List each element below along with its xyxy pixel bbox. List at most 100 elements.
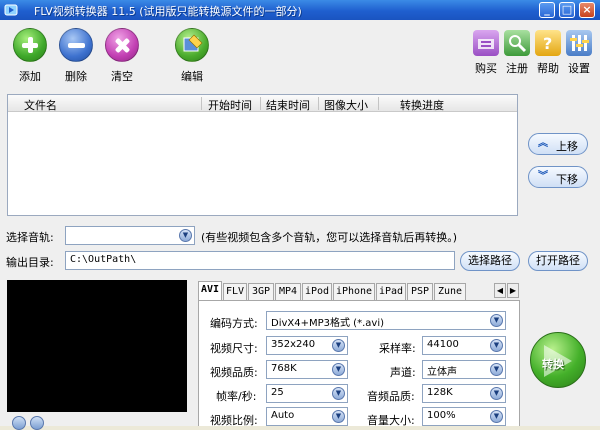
move-down-button[interactable]: ︾ 下移 <box>528 166 588 188</box>
close-button[interactable]: × <box>579 2 595 18</box>
double-chevron-up-icon: ︽ <box>538 138 548 149</box>
open-path-button[interactable]: 打开路径 <box>528 251 588 271</box>
register-label: 注册 <box>506 62 528 75</box>
help-label: 帮助 <box>537 62 559 75</box>
settings-button[interactable]: 设置 <box>564 30 594 76</box>
chevron-down-icon[interactable]: ▼ <box>332 387 345 400</box>
chevron-down-icon[interactable]: ▼ <box>490 387 503 400</box>
app-icon <box>4 4 18 16</box>
video-size-value: 352x240 <box>271 339 316 350</box>
column-header-start-time[interactable]: 开始时间 <box>208 97 252 113</box>
column-header-filename[interactable]: 文件名 <box>24 97 57 113</box>
choose-path-button[interactable]: 选择路径 <box>460 251 520 271</box>
tab-3gp[interactable]: 3GP <box>248 283 274 300</box>
chevron-down-icon[interactable]: ▼ <box>490 363 503 376</box>
maximize-button[interactable]: □ <box>559 2 575 18</box>
column-header-end-time[interactable]: 结束时间 <box>266 97 310 113</box>
fps-label: 帧率/秒: <box>216 390 257 403</box>
minus-icon <box>59 28 93 62</box>
aspect-ratio-value: Auto <box>271 410 295 421</box>
audio-track-hint: (有些视频包含多个音轨，您可以选择音轨后再转换。) <box>201 231 458 244</box>
column-divider <box>260 97 261 110</box>
video-quality-value: 768K <box>271 363 297 374</box>
buy-button[interactable]: 购买 <box>471 30 501 76</box>
app-window: FLV视频转换器 11.5 (试用版只能转换源文件的一部分) _ □ × 添加 … <box>0 0 600 430</box>
encoding-value: DivX4+MP3格式 (*.avi) <box>271 318 384 329</box>
column-header-progress[interactable]: 转换进度 <box>400 97 444 113</box>
cart-icon <box>473 30 499 56</box>
audio-track-label: 选择音轨: <box>6 231 54 244</box>
chevron-down-icon[interactable]: ▼ <box>332 410 345 423</box>
chevron-down-icon[interactable]: ▼ <box>179 229 192 242</box>
window-title: FLV视频转换器 11.5 (试用版只能转换源文件的一部分) <box>34 5 302 18</box>
tab-avi[interactable]: AVI <box>198 281 222 301</box>
tab-flv[interactable]: FLV <box>223 283 247 300</box>
chevron-down-icon[interactable]: ▼ <box>490 410 503 423</box>
video-size-select[interactable]: 352x240 ▼ <box>266 336 348 355</box>
sample-rate-label: 采样率: <box>379 342 416 355</box>
add-button[interactable]: 添加 <box>8 28 52 84</box>
chevron-down-icon[interactable]: ▼ <box>490 314 503 327</box>
settings-label: 设置 <box>568 62 590 75</box>
column-divider <box>318 97 319 110</box>
stop-icon[interactable] <box>30 416 44 430</box>
register-button[interactable]: 注册 <box>502 30 532 76</box>
minimize-button[interactable]: _ <box>539 2 555 18</box>
volume-value: 100% <box>427 410 456 421</box>
tab-ipod[interactable]: iPod <box>302 283 332 300</box>
sample-rate-select[interactable]: 44100 ▼ <box>422 336 506 355</box>
column-header-image-size[interactable]: 图像大小 <box>324 97 368 113</box>
tab-psp[interactable]: PSP <box>407 283 433 300</box>
video-quality-label: 视频品质: <box>210 366 258 379</box>
delete-button[interactable]: 删除 <box>54 28 98 84</box>
chevron-down-icon[interactable]: ▼ <box>332 339 345 352</box>
aspect-ratio-select[interactable]: Auto ▼ <box>266 407 348 426</box>
edit-icon <box>175 28 209 62</box>
audio-quality-select[interactable]: 128K ▼ <box>422 384 506 403</box>
edit-label: 编辑 <box>181 70 203 83</box>
fps-value: 25 <box>271 387 284 398</box>
sample-rate-value: 44100 <box>427 339 459 350</box>
tab-iphone[interactable]: iPhone <box>333 283 375 300</box>
tab-scroll-right-icon[interactable]: ▶ <box>507 283 519 298</box>
channel-select[interactable]: 立体声 ▼ <box>422 360 506 379</box>
convert-button[interactable]: 转换 <box>530 332 586 388</box>
clear-button[interactable]: 清空 <box>100 28 144 84</box>
audio-quality-value: 128K <box>427 387 453 398</box>
output-dir-label: 输出目录: <box>6 256 54 269</box>
tab-scroll-left-icon[interactable]: ◀ <box>494 283 506 298</box>
volume-select[interactable]: 100% ▼ <box>422 407 506 426</box>
settings-icon <box>566 30 592 56</box>
tab-mp4[interactable]: MP4 <box>275 283 301 300</box>
video-quality-select[interactable]: 768K ▼ <box>266 360 348 379</box>
video-preview <box>7 280 187 412</box>
double-chevron-down-icon: ︾ <box>538 171 548 182</box>
add-icon <box>13 28 47 62</box>
title-bar[interactable]: FLV视频转换器 11.5 (试用版只能转换源文件的一部分) _ □ × <box>0 0 600 20</box>
move-down-label: 下移 <box>556 173 578 186</box>
move-up-button[interactable]: ︽ 上移 <box>528 133 588 155</box>
search-icon <box>504 30 530 56</box>
encoding-select[interactable]: DivX4+MP3格式 (*.avi) ▼ <box>266 311 506 330</box>
channel-label: 声道: <box>390 366 416 379</box>
svg-text:?: ? <box>543 34 552 53</box>
chevron-down-icon[interactable]: ▼ <box>490 339 503 352</box>
output-path-field[interactable]: C:\OutPath\ <box>65 251 455 270</box>
tab-zune[interactable]: Zune <box>434 283 466 300</box>
edit-button[interactable]: 编辑 <box>170 28 214 84</box>
fps-select[interactable]: 25 ▼ <box>266 384 348 403</box>
video-size-label: 视频尺寸: <box>210 342 258 355</box>
encoding-label: 编码方式: <box>210 317 258 330</box>
buy-label: 购买 <box>475 62 497 75</box>
file-list-header: 文件名 开始时间 结束时间 图像大小 转换进度 <box>8 95 517 112</box>
help-button[interactable]: ? 帮助 <box>533 30 563 76</box>
output-path-value: C:\OutPath\ <box>70 254 137 265</box>
chevron-down-icon[interactable]: ▼ <box>332 363 345 376</box>
column-divider <box>201 97 202 110</box>
audio-quality-label: 音频品质: <box>367 390 415 403</box>
column-divider <box>378 97 379 110</box>
tab-ipad[interactable]: iPad <box>376 283 406 300</box>
play-icon[interactable] <box>12 416 26 430</box>
audio-track-select[interactable]: ▼ <box>65 226 195 245</box>
file-list[interactable]: 文件名 开始时间 结束时间 图像大小 转换进度 <box>7 94 518 216</box>
